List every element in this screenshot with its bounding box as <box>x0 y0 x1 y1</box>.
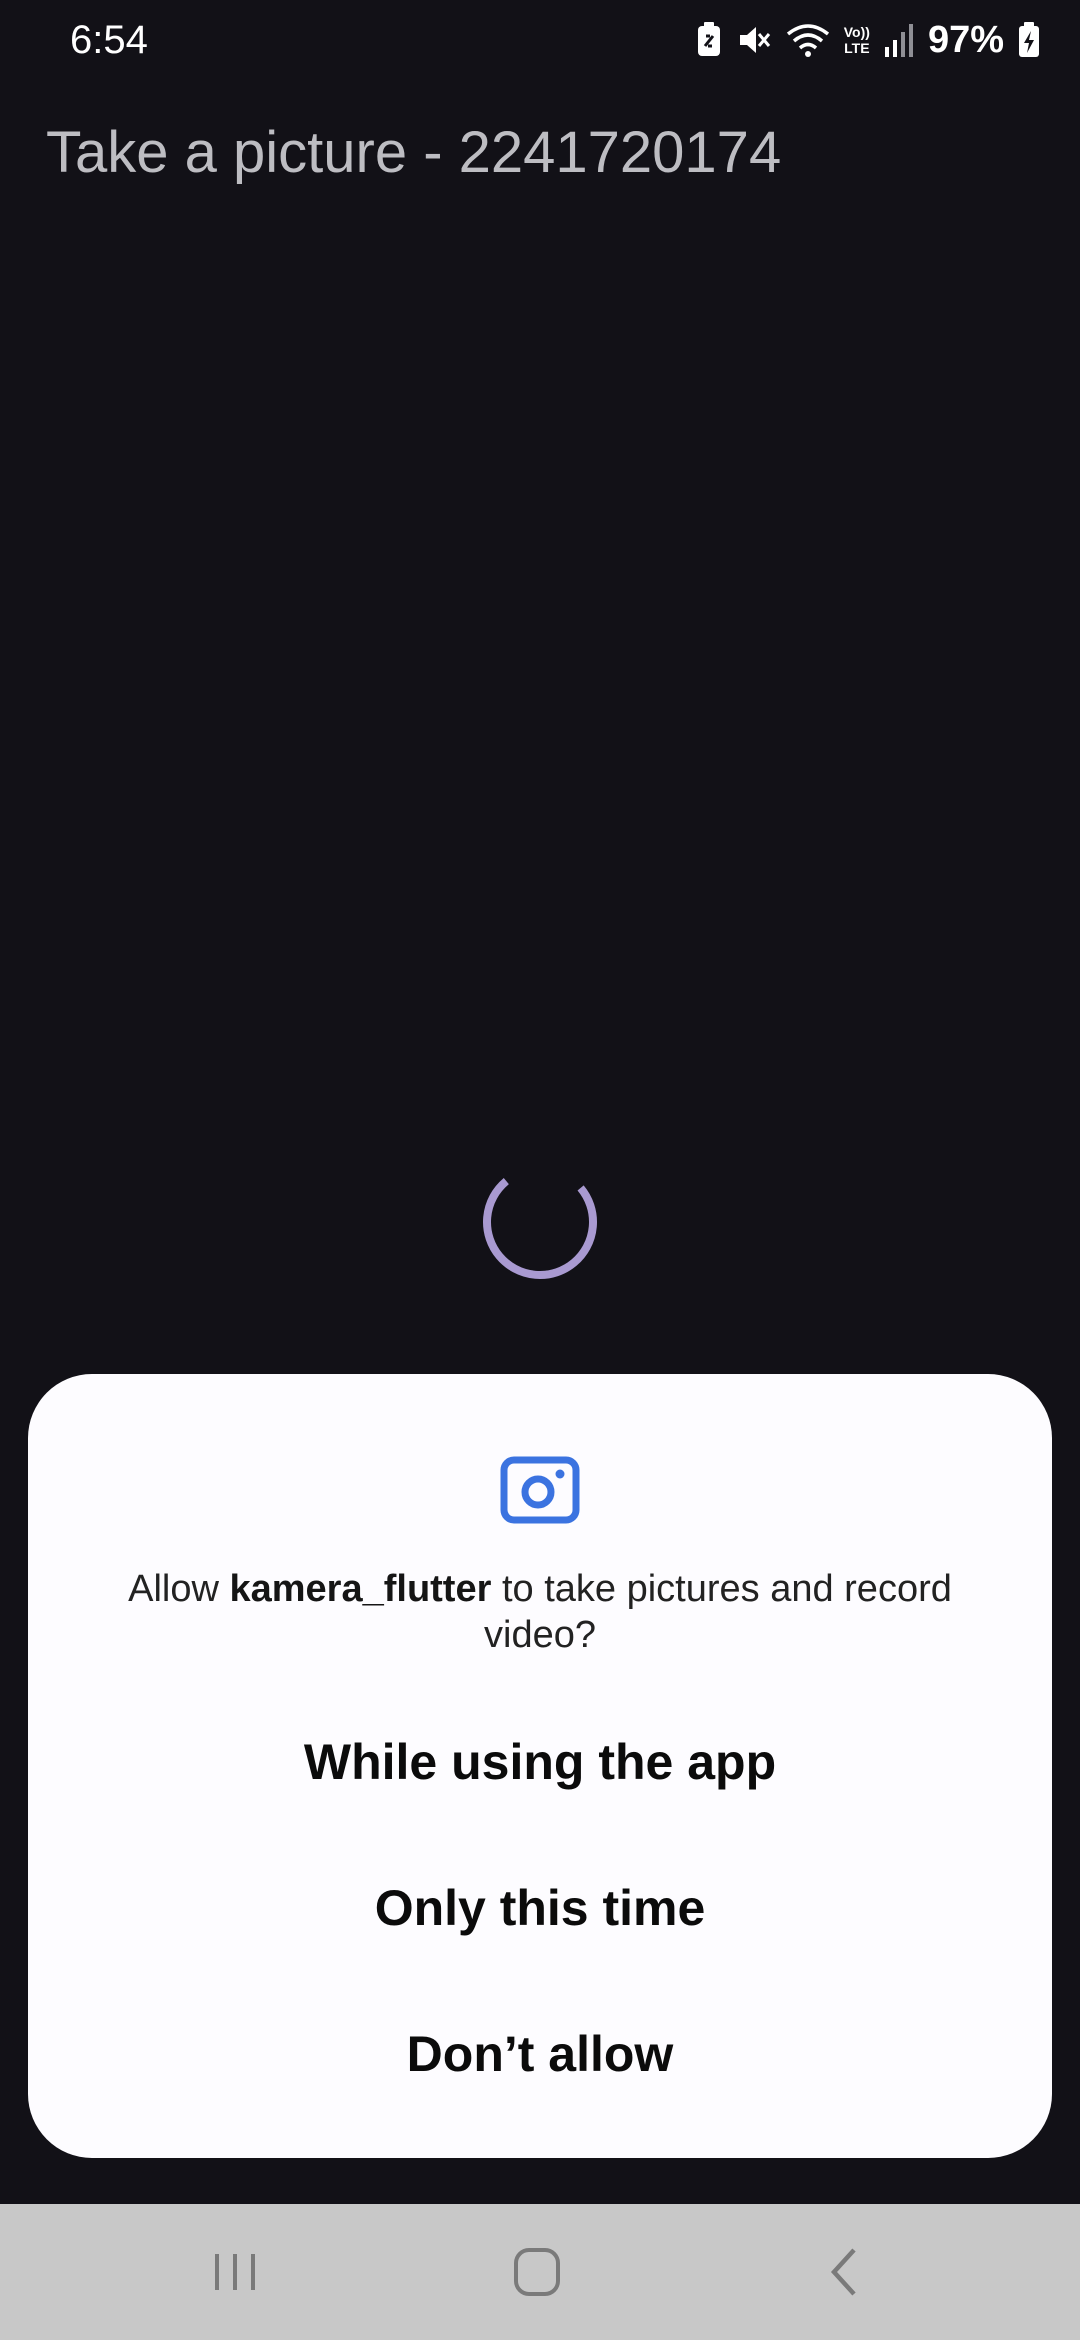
status-time: 6:54 <box>70 18 148 62</box>
message-prefix: Allow <box>128 1568 230 1610</box>
home-icon[interactable] <box>502 2242 572 2302</box>
battery-saver-icon <box>696 22 722 58</box>
while-using-app-button[interactable]: While using the app <box>88 1702 992 1822</box>
battery-charging-icon <box>1018 22 1040 58</box>
battery-percent: 97% <box>927 19 1004 61</box>
recents-icon[interactable] <box>200 2242 270 2302</box>
status-icons: Vo)) LTE 97% <box>696 18 1040 62</box>
volte-label-top: Vo)) <box>843 24 870 40</box>
message-suffix: to take pictures and record video? <box>484 1568 952 1656</box>
permission-dialog: Allow kamera_flutter to take pictures an… <box>28 1374 1052 2158</box>
app-name: kamera_flutter <box>229 1568 492 1610</box>
volte-label-bottom: LTE <box>844 40 870 56</box>
wifi-icon <box>786 22 830 58</box>
app-title: Take a picture - 2241720174 <box>46 120 782 185</box>
mute-icon <box>736 22 772 58</box>
progress-spinner <box>482 1164 598 1280</box>
dialog-message: Allow kamera_flutter to take pictures an… <box>88 1566 992 1658</box>
navigation-bar <box>0 2204 1080 2340</box>
signal-icon <box>884 23 914 57</box>
volte-icon: Vo)) LTE <box>844 24 870 56</box>
status-bar: 6:54 Vo)) LTE 97% <box>0 0 1080 80</box>
only-this-time-button[interactable]: Only this time <box>88 1848 992 1968</box>
back-icon[interactable] <box>810 2242 880 2302</box>
camera-icon <box>500 1456 580 1524</box>
dont-allow-button[interactable]: Don’t allow <box>88 1994 992 2114</box>
